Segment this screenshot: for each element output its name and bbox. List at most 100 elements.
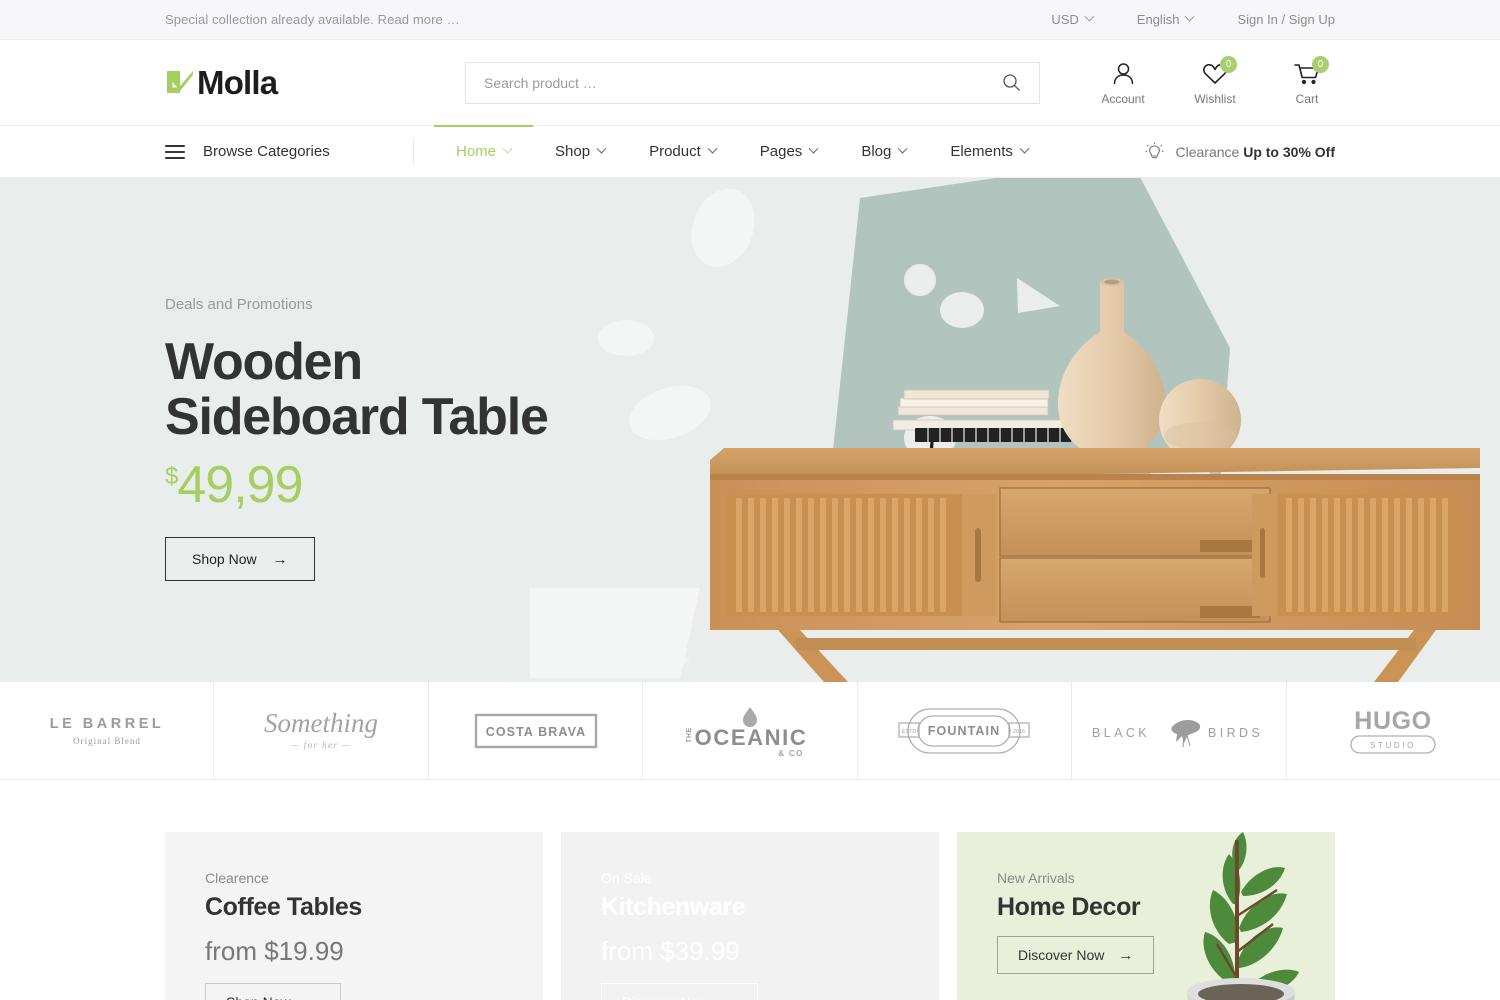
arrow-right-icon: →	[722, 995, 737, 1000]
nav-item-home[interactable]: Home	[434, 125, 534, 177]
browse-categories-label: Browse Categories	[203, 143, 330, 160]
promo-title: Kitchenware	[601, 893, 746, 921]
arrow-right-icon: →	[1118, 946, 1134, 964]
account-button[interactable]: Account	[1095, 60, 1151, 106]
brand-black-birds[interactable]: BLACK BIRDS	[1072, 682, 1287, 779]
promo-cta-label: Shop Now	[226, 994, 291, 1000]
promo-title: Home Decor	[997, 893, 1141, 921]
svg-text:BLACK: BLACK	[1092, 726, 1150, 740]
nav-item-blog[interactable]: Blog	[839, 126, 928, 177]
hero-price: $ 49,99	[165, 455, 548, 515]
hugo-studio-logo-icon: HUGO STUDIO	[1350, 707, 1436, 754]
promo-body: New Arrivals Home Decor Discover Now →	[997, 870, 1155, 974]
nav-item-label: Product	[649, 143, 701, 160]
promo-eyebrow: On Sale	[601, 870, 652, 886]
hero-shop-now-button[interactable]: Shop Now →	[165, 537, 315, 582]
nav-item-label: Blog	[861, 143, 892, 160]
promo-body: Clearence Coffee Tables from $19.99 Shop…	[205, 870, 362, 1000]
svg-text:ESTD: ESTD	[902, 729, 917, 735]
plant-foliage	[1203, 832, 1299, 992]
leg-right	[1374, 630, 1436, 682]
chevron-down-icon	[897, 143, 908, 154]
main-nav: Browse Categories Home Shop Product Page…	[0, 125, 1500, 178]
search-icon[interactable]	[1002, 73, 1021, 92]
nav-item-elements[interactable]: Elements	[928, 126, 1050, 177]
currency-selector[interactable]: USD	[1029, 11, 1114, 27]
promo-cta-label: Discover Now	[1018, 947, 1105, 963]
promo-banner-coffee-tables[interactable]: Clearence Coffee Tables from $19.99 Shop…	[165, 832, 543, 1000]
promo-shop-now-button[interactable]: Shop Now →	[205, 983, 341, 1000]
brand-the-oceanic-co[interactable]: THE OCEANIC & CO	[643, 682, 858, 779]
brand-fountain[interactable]: ESTD 2016 FOUNTAIN	[858, 682, 1073, 779]
promo-cta-label: Discover Now	[622, 994, 708, 1000]
nav-item-label: Shop	[555, 143, 591, 160]
something-for-her-logo-icon: Something — for her —	[264, 708, 378, 750]
hero-cta-label: Shop Now	[192, 551, 257, 568]
fountain-logo-icon: ESTD 2016 FOUNTAIN	[898, 707, 1031, 754]
chevron-down-icon	[596, 143, 607, 154]
hero-banner: Deals and Promotions Wooden Sideboard Ta…	[0, 178, 1500, 682]
costa-brava-logo-icon: COSTA BRAVA	[474, 713, 597, 748]
wishlist-button[interactable]: 0 Wishlist	[1187, 55, 1243, 106]
svg-text:COSTA BRAVA: COSTA BRAVA	[485, 725, 586, 739]
svg-text:BIRDS: BIRDS	[1208, 726, 1263, 740]
search-input[interactable]	[484, 74, 1002, 91]
language-selector[interactable]: English	[1115, 11, 1216, 27]
svg-text:HUGO: HUGO	[1355, 707, 1432, 735]
chevron-down-icon	[1084, 11, 1095, 22]
announcement-text: Special collection already available. Re…	[165, 12, 460, 27]
chevron-down-icon	[707, 143, 718, 154]
browse-categories-button[interactable]: Browse Categories	[165, 126, 413, 177]
nav-divider-left	[413, 139, 414, 164]
brand-le-barrel[interactable]: LE BARREL Original Blend	[0, 682, 215, 779]
brand-logos-row: LE BARREL Original Blend Something — for…	[0, 682, 1500, 780]
nav-item-label: Home	[456, 143, 497, 160]
brand-something-for-her[interactable]: Something — for her —	[214, 682, 429, 779]
hero-title-line-2: Sideboard Table	[165, 388, 549, 447]
promo-title: Coffee Tables	[205, 893, 362, 921]
cart-button[interactable]: 0 Cart	[1279, 55, 1335, 106]
chevron-down-icon	[808, 143, 819, 154]
hero-content: Deals and Promotions Wooden Sideboard Ta…	[165, 296, 549, 582]
promo-discover-now-button[interactable]: Discover Now →	[997, 936, 1155, 974]
svg-text:OCEANIC: OCEANIC	[695, 725, 808, 750]
hero-currency-symbol: $	[165, 463, 178, 491]
wishlist-label: Wishlist	[1194, 91, 1236, 106]
search-area	[465, 61, 1040, 104]
promo-banner-home-decor[interactable]: New Arrivals Home Decor Discover Now →	[957, 832, 1335, 1000]
brand-costa-brava[interactable]: COSTA BRAVA	[429, 682, 644, 779]
hero-title: Wooden Sideboard Table	[165, 334, 549, 447]
chevron-down-icon	[1019, 143, 1030, 154]
the-oceanic-co-logo-icon: THE OCEANIC & CO	[686, 706, 808, 758]
promo-price: from $39.99	[601, 936, 740, 966]
svg-text:Original Blend: Original Blend	[73, 736, 141, 746]
nav-item-label: Elements	[950, 143, 1013, 160]
svg-text:LE BARREL: LE BARREL	[49, 716, 163, 732]
svg-text:FOUNTAIN: FOUNTAIN	[928, 724, 1000, 738]
promo-banner-kitchenware[interactable]: On Sale Kitchenware from $39.99 Discover…	[561, 832, 939, 1000]
logo-text: Molla	[197, 64, 278, 101]
hero-eyebrow: Deals and Promotions	[165, 296, 313, 313]
search-box[interactable]	[465, 61, 1040, 104]
account-icon	[1112, 60, 1135, 88]
nav-item-shop[interactable]: Shop	[533, 126, 627, 177]
nav-promo[interactable]: Clearance Up to 30% Off	[1145, 126, 1336, 177]
promo-eyebrow: New Arrivals	[997, 870, 1075, 886]
nav-item-product[interactable]: Product	[627, 126, 738, 177]
brand-hugo-studio[interactable]: HUGO STUDIO	[1287, 682, 1500, 779]
site-header: Molla Account	[0, 40, 1500, 125]
hero-product-image-sideboard-table	[710, 278, 1480, 682]
promo-image-potted-plant	[1187, 832, 1299, 1000]
promo-discover-now-button[interactable]: Discover Now →	[601, 983, 759, 1000]
sign-in-sign-up-link[interactable]: Sign In / Sign Up	[1215, 12, 1335, 27]
top-bar: Special collection already available. Re…	[0, 0, 1500, 40]
svg-text:THE: THE	[686, 727, 693, 743]
nav-item-pages[interactable]: Pages	[738, 126, 840, 177]
lightbulb-icon	[1145, 142, 1163, 158]
decor-vase	[1058, 278, 1166, 458]
svg-text:2016: 2016	[1013, 729, 1025, 735]
clearance-promo-text: Clearance Up to 30% Off	[1176, 144, 1336, 160]
wishlist-count-badge: 0	[1220, 55, 1237, 73]
logo[interactable]: Molla	[165, 66, 465, 99]
promo-body: On Sale Kitchenware from $39.99 Discover…	[601, 870, 759, 1000]
